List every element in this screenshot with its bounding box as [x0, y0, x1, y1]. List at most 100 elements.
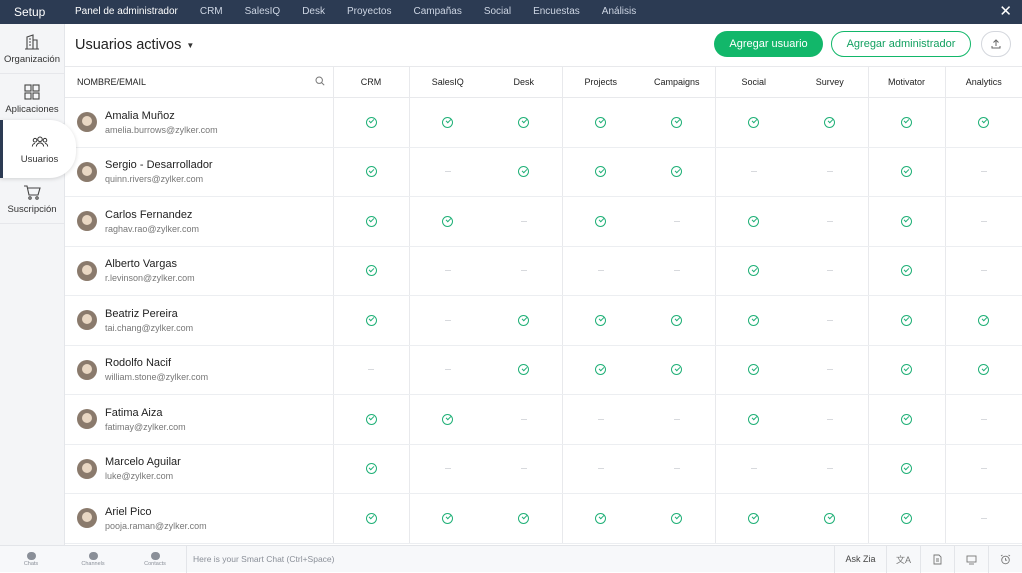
access-cell[interactable] — [792, 345, 868, 395]
sidebar-item-suscripcion[interactable]: Suscripción — [0, 174, 64, 224]
access-cell[interactable] — [332, 147, 409, 197]
table-row[interactable]: Beatriz Pereira tai.chang@zylker.com — [65, 295, 1022, 346]
contacts-button[interactable]: Contacts — [124, 546, 186, 573]
access-cell[interactable] — [792, 196, 868, 247]
table-row[interactable]: Alberto Vargas r.levinson@zylker.com — [65, 246, 1022, 296]
access-cell[interactable] — [714, 493, 792, 544]
access-cell[interactable] — [486, 147, 562, 197]
access-cell[interactable] — [639, 97, 715, 148]
access-cell[interactable] — [486, 493, 562, 544]
access-cell[interactable] — [792, 97, 868, 148]
access-cell[interactable] — [867, 345, 945, 395]
user-name[interactable]: Sergio - Desarrollador — [105, 159, 213, 171]
access-cell[interactable] — [867, 444, 945, 494]
access-cell[interactable] — [408, 345, 486, 395]
notes-button[interactable] — [920, 546, 954, 573]
access-cell[interactable] — [639, 295, 715, 346]
access-cell[interactable] — [561, 196, 639, 247]
access-cell[interactable] — [332, 97, 409, 148]
chevron-down-icon[interactable]: ▼ — [186, 41, 194, 50]
access-cell[interactable] — [332, 295, 409, 346]
access-cell[interactable] — [332, 246, 409, 296]
access-cell[interactable] — [561, 493, 639, 544]
access-cell[interactable] — [561, 147, 639, 197]
access-cell[interactable] — [486, 295, 562, 346]
access-cell[interactable] — [944, 97, 1022, 148]
sidebar-item-aplicaciones[interactable]: Aplicaciones — [0, 74, 64, 124]
access-cell[interactable] — [944, 147, 1022, 197]
access-cell[interactable] — [332, 493, 409, 544]
sidebar-item-usuarios[interactable]: Usuarios — [0, 120, 76, 178]
access-cell[interactable] — [867, 246, 945, 296]
access-cell[interactable] — [332, 394, 409, 445]
alarm-button[interactable] — [988, 546, 1022, 573]
access-cell[interactable] — [867, 147, 945, 197]
nav-item-2[interactable]: SalesIQ — [234, 0, 292, 24]
access-cell[interactable] — [561, 295, 639, 346]
access-cell[interactable] — [867, 196, 945, 247]
access-cell[interactable] — [408, 295, 486, 346]
access-cell[interactable] — [639, 345, 715, 395]
nav-item-5[interactable]: Campañas — [402, 0, 472, 24]
access-cell[interactable] — [486, 97, 562, 148]
access-cell[interactable] — [944, 493, 1022, 544]
access-cell[interactable] — [867, 97, 945, 148]
page-title[interactable]: Usuarios activos — [75, 37, 181, 53]
access-cell[interactable] — [408, 444, 486, 494]
access-cell[interactable] — [332, 196, 409, 247]
table-row[interactable]: Carlos Fernandez raghav.rao@zylker.com — [65, 196, 1022, 247]
access-cell[interactable] — [639, 493, 715, 544]
user-name[interactable]: Marcelo Aguilar — [105, 456, 181, 468]
access-cell[interactable] — [332, 345, 409, 395]
sidebar-item-organizacion[interactable]: Organización — [0, 24, 64, 74]
access-cell[interactable] — [486, 246, 562, 296]
nav-item-1[interactable]: CRM — [189, 0, 234, 24]
access-cell[interactable] — [408, 493, 486, 544]
channels-button[interactable]: Channels — [62, 546, 124, 573]
add-admin-button[interactable]: Agregar administrador — [831, 31, 971, 57]
access-cell[interactable] — [944, 345, 1022, 395]
access-cell[interactable] — [408, 394, 486, 445]
smart-chat-input[interactable]: Here is your Smart Chat (Ctrl+Space) — [186, 546, 834, 573]
access-cell[interactable] — [561, 246, 639, 296]
access-cell[interactable] — [944, 196, 1022, 247]
access-cell[interactable] — [792, 295, 868, 346]
access-cell[interactable] — [639, 444, 715, 494]
ask-zia-button[interactable]: Ask Zia — [834, 546, 886, 573]
access-cell[interactable] — [714, 444, 792, 494]
nav-item-6[interactable]: Social — [473, 0, 522, 24]
access-cell[interactable] — [561, 444, 639, 494]
access-cell[interactable] — [714, 147, 792, 197]
nav-item-8[interactable]: Análisis — [591, 0, 647, 24]
search-icon[interactable] — [314, 76, 325, 86]
table-row[interactable]: Amalia Muñoz amelia.burrows@zylker.com — [65, 97, 1022, 148]
screen-button[interactable] — [954, 546, 988, 573]
translate-button[interactable]: 文A — [886, 546, 920, 573]
access-cell[interactable] — [639, 147, 715, 197]
user-name[interactable]: Ariel Pico — [105, 506, 207, 518]
access-cell[interactable] — [792, 394, 868, 445]
access-cell[interactable] — [867, 394, 945, 445]
user-name[interactable]: Carlos Fernandez — [105, 209, 199, 221]
access-cell[interactable] — [561, 394, 639, 445]
access-cell[interactable] — [867, 295, 945, 346]
access-cell[interactable] — [867, 493, 945, 544]
table-row[interactable]: Marcelo Aguilar luke@zylker.com — [65, 444, 1022, 494]
nav-item-0[interactable]: Panel de administrador — [64, 0, 189, 24]
access-cell[interactable] — [792, 493, 868, 544]
access-cell[interactable] — [714, 295, 792, 346]
table-row[interactable]: Rodolfo Nacif william.stone@zylker.com — [65, 345, 1022, 395]
access-cell[interactable] — [944, 394, 1022, 445]
access-cell[interactable] — [639, 246, 715, 296]
nav-item-4[interactable]: Proyectos — [336, 0, 402, 24]
access-cell[interactable] — [714, 196, 792, 247]
access-cell[interactable] — [944, 246, 1022, 296]
access-cell[interactable] — [792, 246, 868, 296]
access-cell[interactable] — [944, 295, 1022, 346]
table-row[interactable]: Sergio - Desarrollador quinn.rivers@zylke… — [65, 147, 1022, 197]
user-name[interactable]: Amalia Muñoz — [105, 110, 218, 122]
access-cell[interactable] — [408, 97, 486, 148]
access-cell[interactable] — [486, 196, 562, 247]
table-row[interactable]: Ariel Pico pooja.raman@zylker.com — [65, 493, 1022, 544]
access-cell[interactable] — [792, 147, 868, 197]
